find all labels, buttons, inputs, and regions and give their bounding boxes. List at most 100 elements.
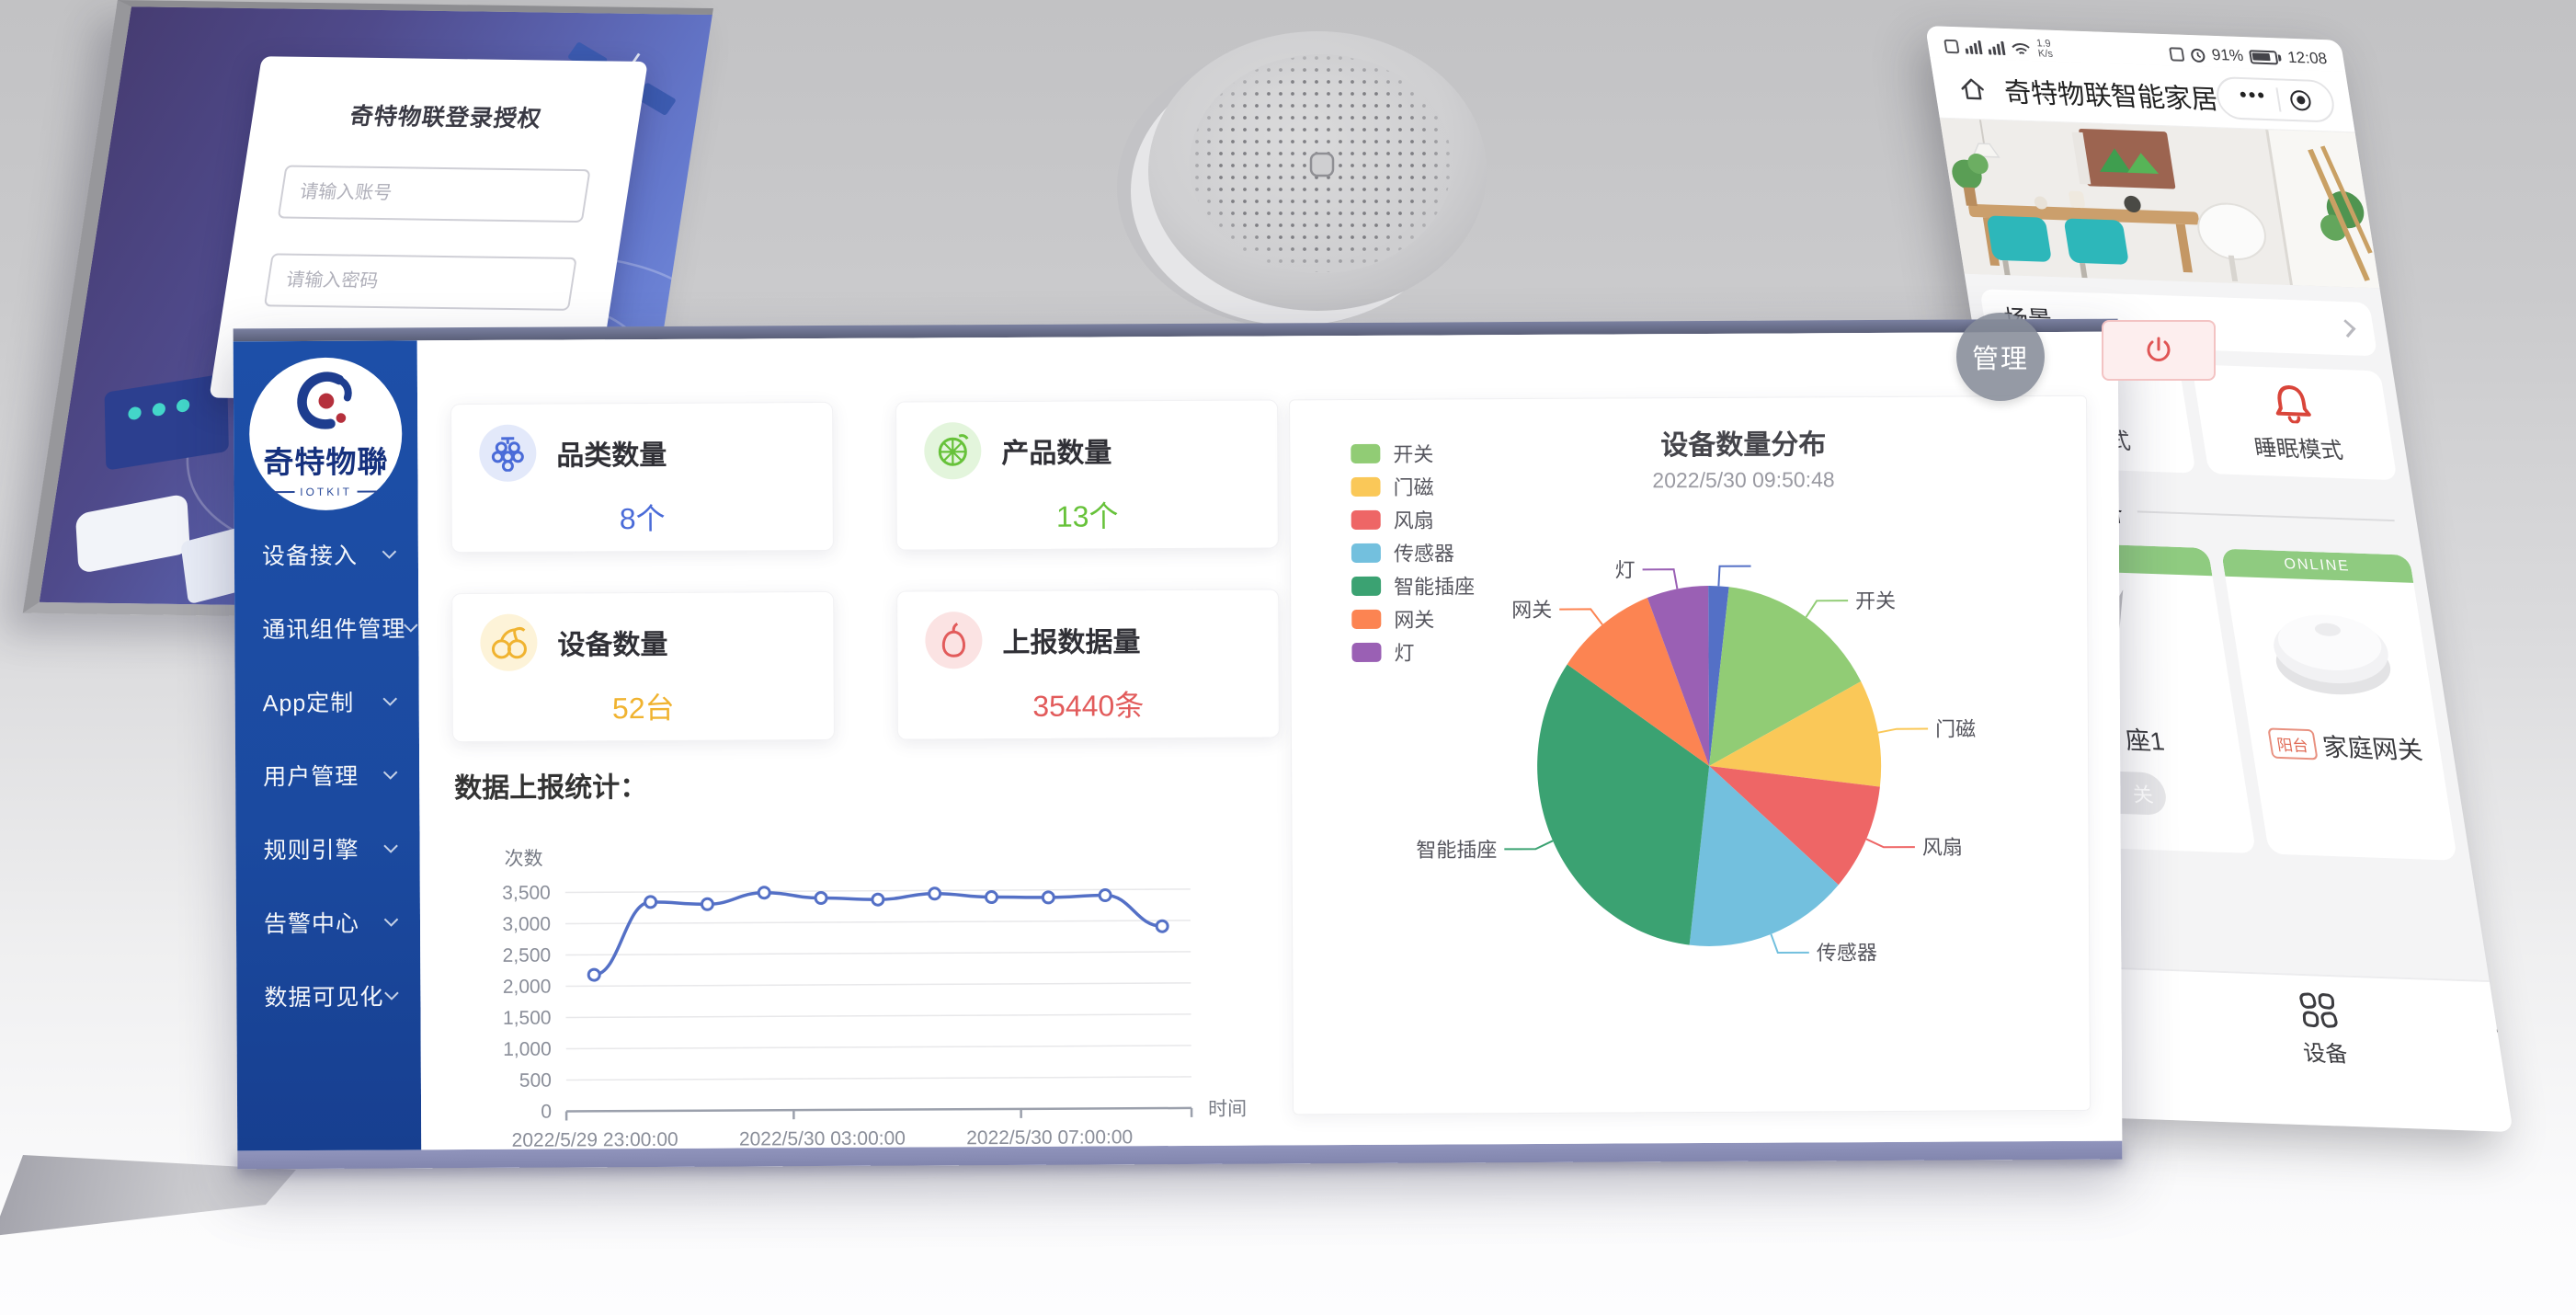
sidebar: 奇特物聯 IOTKIT 设备接入 通讯组件管理 App定制 用户管理 规则引擎 …	[234, 340, 422, 1150]
power-button[interactable]	[2102, 320, 2216, 381]
device-card-gateway[interactable]: ONLINE 阳台 家庭网关	[2221, 549, 2457, 861]
data-point[interactable]	[986, 892, 997, 903]
stat-label: 产品数量	[1001, 429, 1111, 471]
chevron-down-icon	[404, 618, 418, 633]
password-input[interactable]	[264, 253, 577, 311]
tab-me[interactable]: 我	[2452, 996, 2513, 1077]
sidebar-menu: 设备接入 通讯组件管理 App定制 用户管理 规则引擎 告警中心 数据可见化	[234, 517, 421, 1033]
legend-item[interactable]: 灯	[1351, 635, 1475, 669]
manage-badge[interactable]: 管理	[1956, 313, 2045, 401]
pie-leader-line	[1806, 600, 1848, 617]
more-menu-button[interactable]: •••	[2239, 89, 2268, 107]
legend-item[interactable]: 门磁	[1351, 469, 1474, 503]
data-point[interactable]	[815, 892, 826, 903]
chevron-down-icon	[382, 544, 397, 559]
lemon-icon	[934, 432, 971, 469]
svg-text:3,000: 3,000	[502, 914, 551, 935]
person-icon	[2488, 997, 2513, 1037]
chevron-down-icon	[383, 765, 398, 780]
pie-leader-line	[1771, 934, 1808, 953]
pie-leader-line	[1559, 609, 1602, 624]
tab-label: 我	[2502, 1042, 2513, 1075]
chevron-down-icon	[384, 912, 399, 927]
net-speed: 1.9K/s	[2036, 39, 2054, 60]
gateway-device-image	[2252, 590, 2408, 706]
home-button[interactable]	[1948, 66, 1997, 110]
mode-card-sleep[interactable]: 睡眠模式	[2192, 364, 2398, 480]
data-point[interactable]	[929, 888, 940, 899]
legend-swatch	[1351, 509, 1381, 529]
data-point[interactable]	[588, 969, 599, 980]
svg-text:1,500: 1,500	[503, 1008, 552, 1029]
data-point[interactable]	[1157, 920, 1168, 932]
line-chart[interactable]: 05001,0001,5002,0002,5003,0003,5002022/5…	[427, 794, 1329, 1149]
svg-text:2,000: 2,000	[503, 977, 552, 998]
pie-leader-line	[1504, 840, 1553, 849]
tab-devices[interactable]: 设备	[2261, 989, 2383, 1069]
svg-text:2022/5/30 03:00:00: 2022/5/30 03:00:00	[739, 1128, 906, 1150]
data-point[interactable]	[872, 894, 883, 905]
pie-slice-label: 智能插座	[1416, 838, 1497, 861]
legend-item[interactable]: 风扇	[1351, 502, 1475, 536]
sidebar-item-data-visual[interactable]: 数据可见化	[236, 958, 420, 1033]
svg-text:3,500: 3,500	[502, 883, 551, 904]
stat-card-reports: 上报数据量 35440条	[896, 589, 1280, 739]
stat-label: 设备数量	[557, 622, 667, 663]
sidebar-item-rule-engine[interactable]: 规则引擎	[235, 811, 419, 886]
mode-label: 睡眠模式	[2251, 429, 2345, 464]
battery-percent: 91%	[2210, 46, 2244, 65]
sidebar-item-comm-components[interactable]: 通讯组件管理	[234, 590, 418, 665]
data-point[interactable]	[1100, 890, 1111, 901]
legend-swatch	[1351, 609, 1381, 628]
toggle-state-label: 关	[2130, 778, 2155, 808]
pie-slice-label: 传感器	[1817, 941, 1877, 964]
stat-value: 52台	[481, 684, 806, 728]
clock-time: 12:08	[2286, 49, 2329, 69]
chevron-right-icon	[2338, 319, 2356, 337]
sidebar-item-device-access[interactable]: 设备接入	[234, 517, 418, 591]
speaker-image	[1108, 17, 1512, 338]
pie-slice-label: 开关	[1855, 589, 1896, 612]
sidebar-item-app-custom[interactable]: App定制	[235, 664, 419, 738]
pie-leader-line	[1866, 839, 1915, 847]
stat-card-products: 产品数量 13个	[895, 399, 1279, 550]
room-tag: 阳台	[2267, 727, 2318, 760]
legend-item[interactable]: 开关	[1351, 436, 1474, 470]
svg-text:时间: 时间	[1208, 1099, 1247, 1120]
stat-label: 上报数据量	[1002, 619, 1140, 660]
legend-swatch	[1351, 443, 1380, 463]
data-point[interactable]	[1043, 892, 1054, 903]
legend-item[interactable]: 智能插座	[1351, 568, 1475, 602]
svg-text:2,500: 2,500	[503, 945, 552, 966]
stat-value: 13个	[925, 493, 1250, 537]
logo-icon	[291, 370, 360, 436]
stat-value: 35440条	[926, 682, 1251, 726]
stat-card-devices: 设备数量 52台	[451, 591, 835, 742]
pie-leader-line	[1878, 729, 1928, 733]
sim-icon	[1943, 39, 1959, 53]
legend-item[interactable]: 网关	[1351, 601, 1475, 635]
smart-speaker-photo	[1108, 17, 1512, 338]
legend-swatch	[1351, 642, 1381, 661]
legend-item[interactable]: 传感器	[1351, 535, 1475, 569]
account-input[interactable]	[278, 166, 591, 223]
legend-swatch	[1351, 476, 1380, 496]
login-title: 奇特物联登录授权	[291, 97, 602, 135]
pie-legend: 开关 门磁 风扇 传感器 智能插座 网关 灯	[1351, 436, 1475, 669]
sidebar-item-alert-center[interactable]: 告警中心	[236, 885, 420, 959]
device-name: 座1	[2122, 720, 2166, 758]
sidebar-item-user-mgmt[interactable]: 用户管理	[235, 738, 419, 812]
data-point[interactable]	[645, 897, 656, 908]
stat-label: 品类数量	[556, 432, 667, 474]
speaker-logo	[1311, 154, 1333, 176]
close-circle-button[interactable]	[2289, 89, 2312, 110]
svg-text:1,000: 1,000	[503, 1039, 552, 1060]
pie-leader-line	[1643, 569, 1678, 589]
phone-tab-bar: 设备 我	[2074, 966, 2513, 1132]
data-point[interactable]	[758, 887, 769, 898]
svg-text:2022/5/30 07:00:00: 2022/5/30 07:00:00	[966, 1126, 1133, 1149]
data-point[interactable]	[701, 898, 712, 909]
device-name: 家庭网关	[2320, 726, 2424, 766]
pie-slice-label: 门磁	[1935, 717, 1976, 740]
wifi-icon	[2010, 40, 2033, 57]
